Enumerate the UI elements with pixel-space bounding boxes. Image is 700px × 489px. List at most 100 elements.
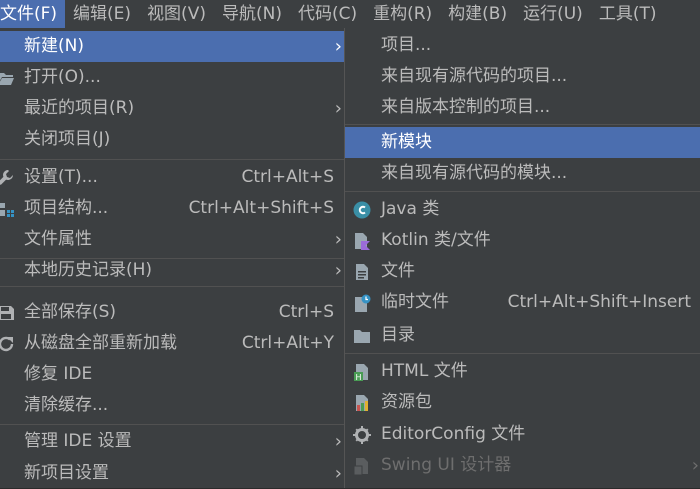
menu-item-reload-label: 从磁盘全部重新加载 [24,333,177,353]
submenu-arrow-icon: › [691,455,699,476]
menu-item-editorconfig-label: EditorConfig 文件 [381,424,526,444]
menu-item-new-module[interactable]: 新模块 [345,127,700,158]
file-menu: 新建(N) › 打开(O)... 最近的项目(R) › 关闭项目(J) 设置(T… [0,28,344,488]
menu-item-project-vcs-label: 来自版本控制的项目... [381,97,551,117]
separator [345,191,700,192]
file-icon [353,263,371,281]
folder-open-icon [0,69,15,87]
menu-bar: 文件(F) 编辑(E) 视图(V) 导航(N) 代码(C) 重构(R) 构建(B… [0,0,700,28]
menu-item-save-all-label: 全部保存(S) [24,302,117,322]
menu-item-resource-bundle-label: 资源包 [381,392,432,412]
menu-item-swing-designer[interactable]: Swing UI 设计器 › [345,450,700,481]
menu-item-kotlin-file[interactable]: Kotlin 类/文件 [345,225,700,256]
svg-text:H: H [356,373,362,381]
menu-item-scratch-label: 临时文件 [381,292,449,312]
submenu-arrow-icon: › [334,36,342,57]
menu-item-new-project[interactable]: 项目... [345,30,700,61]
menu-item-project-from-vcs[interactable]: 来自版本控制的项目... [345,92,700,123]
submenu-arrow-icon: › [334,229,342,250]
menu-item-module-existing-label: 来自现有源代码的模块... [381,163,568,183]
separator [0,258,344,259]
menu-item-kotlin-label: Kotlin 类/文件 [381,230,491,250]
save-icon [0,304,15,322]
menu-item-resource-bundle[interactable]: 资源包 [345,387,700,418]
menu-item-file[interactable]: 文件 [345,256,700,287]
menu-item-settings-label: 设置(T)... [24,167,98,187]
shortcut-save-all: Ctrl+S [278,302,334,322]
kotlin-file-icon [353,232,371,250]
menu-item-project-from-existing[interactable]: 来自现有源代码的项目... [345,61,700,92]
shortcut-reload: Ctrl+Alt+Y [241,333,334,353]
menubar-file[interactable]: 文件(F) [0,0,66,28]
resource-bundle-icon [353,394,371,412]
menu-item-java-class[interactable]: Java 类 [345,194,700,225]
project-structure-icon [0,200,15,218]
new-submenu: 项目... 来自现有源代码的项目... 来自版本控制的项目... 新模块 来自现… [344,28,700,488]
menubar-edit[interactable]: 编辑(E) [65,0,139,28]
menubar-run[interactable]: 运行(U) [515,0,591,28]
menubar-navigate[interactable]: 导航(N) [214,0,290,28]
menu-item-recent-projects[interactable]: 最近的项目(R) › [0,93,344,124]
menu-item-file-properties-label: 文件属性 [24,229,92,249]
menu-item-file-properties[interactable]: 文件属性 › [0,224,344,255]
menu-item-repair-ide[interactable]: 修复 IDE [0,359,344,390]
menu-item-invalidate-caches[interactable]: 清除缓存... [0,390,344,421]
separator [345,124,700,125]
java-class-icon [353,201,371,219]
menu-item-directory-label: 目录 [381,325,415,345]
shortcut-scratch: Ctrl+Alt+Shift+Insert [507,292,691,312]
menubar-refactor[interactable]: 重构(R) [365,0,440,28]
menubar-view[interactable]: 视图(V) [139,0,214,28]
menubar-code[interactable]: 代码(C) [290,0,365,28]
html-file-icon: H [353,363,371,382]
submenu-arrow-icon: › [334,463,342,484]
menubar-build[interactable]: 构建(B) [440,0,515,28]
reload-icon [0,335,15,353]
menu-item-editorconfig[interactable]: EditorConfig 文件 [345,419,700,450]
menu-item-reload-all[interactable]: 从磁盘全部重新加载 Ctrl+Alt+Y [0,328,344,359]
shortcut-project-structure: Ctrl+Alt+Shift+S [188,198,334,218]
submenu-arrow-icon: › [334,260,342,281]
menu-item-java-class-label: Java 类 [381,199,440,219]
separator [0,159,344,160]
separator [0,424,344,425]
separator [0,286,344,287]
menu-item-close-project[interactable]: 关闭项目(J) [0,124,344,155]
separator [345,353,700,354]
menu-item-new-project-label: 项目... [381,35,432,55]
menu-item-local-history-label: 本地历史记录(H) [24,260,153,280]
menu-item-file-label: 文件 [381,261,415,281]
gear-icon [353,426,371,444]
shortcut-settings: Ctrl+Alt+S [241,167,334,187]
menu-item-open-label: 打开(O)... [24,67,101,87]
menu-item-recent-label: 最近的项目(R) [24,98,135,118]
menu-item-new[interactable]: 新建(N) › [0,31,344,62]
menu-item-local-history[interactable]: 本地历史记录(H) › [0,255,344,286]
menubar-tools[interactable]: 工具(T) [591,0,665,28]
menu-item-project-structure-label: 项目结构... [24,198,109,218]
scratch-file-icon [353,294,371,312]
menu-item-open[interactable]: 打开(O)... [0,62,344,93]
folder-icon [353,327,371,345]
menu-item-swing-label: Swing UI 设计器 [381,455,512,475]
menu-item-invalidate-label: 清除缓存... [24,395,109,415]
menu-item-module-from-existing[interactable]: 来自现有源代码的模块... [345,158,700,189]
menu-item-directory[interactable]: 目录 [345,320,700,351]
submenu-arrow-icon: › [334,431,342,452]
menu-item-settings[interactable]: 设置(T)... Ctrl+Alt+S [0,162,344,193]
submenu-arrow-icon: › [334,98,342,119]
menu-item-close-label: 关闭项目(J) [24,129,111,149]
menu-item-scratch-file[interactable]: 临时文件 Ctrl+Alt+Shift+Insert [345,287,700,318]
menu-item-manage-ide-settings[interactable]: 管理 IDE 设置 › [0,426,344,457]
menu-item-new-project-settings[interactable]: 新项目设置 › [0,458,344,489]
menu-item-new-module-label: 新模块 [381,132,432,152]
menu-item-new-project-settings-label: 新项目设置 [24,463,109,483]
menu-item-html-file[interactable]: H HTML 文件 [345,356,700,387]
menu-item-html-label: HTML 文件 [381,361,468,381]
menu-item-save-all[interactable]: 全部保存(S) Ctrl+S [0,297,344,328]
menu-item-manage-ide-label: 管理 IDE 设置 [24,431,132,451]
menu-item-project-structure[interactable]: 项目结构... Ctrl+Alt+Shift+S [0,193,344,224]
menu-item-repair-label: 修复 IDE [24,364,93,384]
wrench-icon [0,169,15,187]
swing-form-icon [353,457,371,476]
